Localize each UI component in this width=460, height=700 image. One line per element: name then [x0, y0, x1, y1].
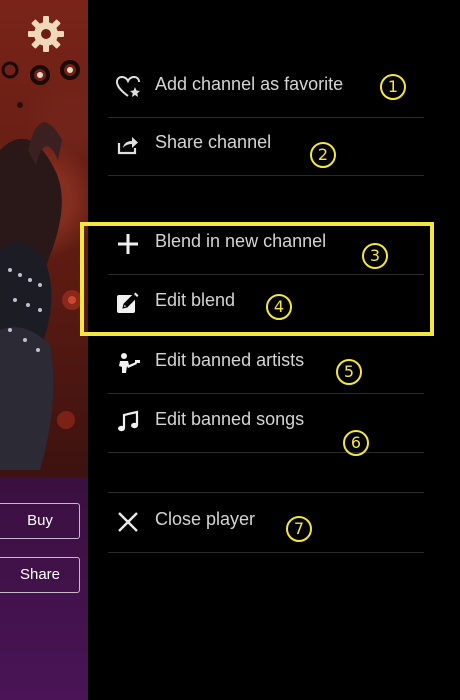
callout-badge-1: 1 — [380, 74, 406, 100]
callout-badge-5: 5 — [336, 359, 362, 385]
menu-item-close-player[interactable]: Close player — [108, 494, 424, 553]
menu-divider — [108, 492, 424, 493]
menu-item-label: Edit banned artists — [155, 350, 305, 370]
callout-badge-2: 2 — [310, 142, 336, 168]
menu-item-banned-artists[interactable]: Edit banned artists — [108, 335, 424, 394]
highlight-box — [80, 222, 434, 336]
callout-badge-6: 6 — [343, 430, 369, 456]
callout-badge-4: 4 — [266, 294, 292, 320]
artist-icon — [116, 351, 140, 375]
menu-item-share-channel[interactable]: Share channel — [108, 117, 424, 176]
music-note-icon — [116, 410, 140, 434]
menu-item-add-favorite[interactable]: Add channel as favorite — [108, 59, 424, 118]
callout-badge-7: 7 — [286, 516, 312, 542]
menu-item-label: Add channel as favorite — [155, 74, 344, 94]
album-art — [0, 0, 88, 478]
share-button[interactable]: Share — [0, 557, 80, 593]
menu-item-banned-songs[interactable]: Edit banned songs — [108, 394, 424, 453]
menu-item-label: Edit banned songs — [155, 409, 305, 429]
menu-item-label: Close player — [155, 509, 256, 529]
player-panel: Buy Share — [0, 0, 88, 700]
heart-star-icon — [115, 75, 140, 99]
settings-button[interactable] — [26, 14, 66, 59]
album-art-illustration — [0, 60, 82, 470]
close-icon — [116, 510, 140, 534]
callout-badge-3: 3 — [362, 243, 388, 269]
share-icon — [116, 133, 140, 157]
buy-button[interactable]: Buy — [0, 503, 80, 539]
gear-icon — [28, 16, 64, 52]
menu-item-label: Share channel — [155, 132, 272, 152]
